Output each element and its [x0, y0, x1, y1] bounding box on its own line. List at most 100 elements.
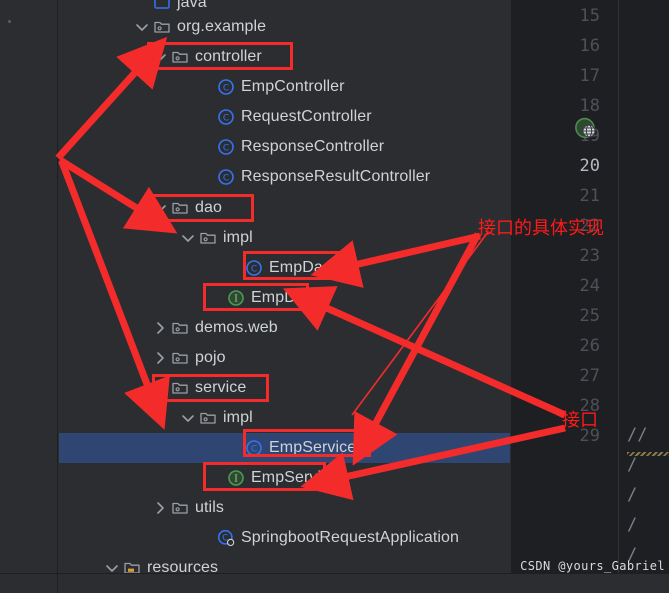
package-folder-icon	[153, 18, 171, 36]
tree-chevron-spacer	[227, 261, 241, 275]
gutter-line-number[interactable]: 24	[580, 271, 600, 301]
code-comment-fragment[interactable]: /	[627, 510, 637, 540]
tree-row[interactable]: impl	[59, 223, 510, 253]
code-comment-fragment[interactable]: /	[627, 480, 637, 510]
tree-chevron-spacer	[209, 471, 223, 485]
gutter-line-number[interactable]: 20	[580, 151, 600, 181]
tree-row[interactable]: I EmpDao	[59, 283, 510, 313]
package-folder-icon	[171, 379, 189, 397]
chevron-down-icon[interactable]	[153, 201, 167, 215]
gutter-line-number[interactable]: 27	[580, 361, 600, 391]
tree-row-label: controller	[195, 48, 262, 65]
chevron-right-icon[interactable]	[153, 501, 167, 515]
gutter-line-number[interactable]: 16	[580, 31, 600, 61]
svg-text:C: C	[223, 174, 229, 184]
tree-row-label: demos.web	[195, 319, 278, 336]
tree-row[interactable]: utils	[59, 493, 510, 523]
chevron-right-icon[interactable]	[153, 321, 167, 335]
chevron-right-icon[interactable]	[153, 351, 167, 365]
tree-row[interactable]: C SpringbootRequestApplication	[59, 523, 510, 553]
java-class-icon: C	[217, 78, 235, 96]
spring-boot-class-icon: C	[217, 529, 235, 547]
bottom-status-bar[interactable]	[0, 573, 669, 593]
tree-row[interactable]: C EmpController	[59, 72, 510, 102]
chevron-down-icon[interactable]	[153, 381, 167, 395]
tree-row[interactable]: controller	[59, 42, 510, 72]
gutter-line-number[interactable]: 17	[580, 61, 600, 91]
svg-text:C: C	[251, 265, 257, 275]
tree-row[interactable]: resources	[59, 553, 510, 573]
web-mapping-icon[interactable]	[573, 117, 599, 146]
tree-chevron-spacer	[227, 441, 241, 455]
tree-row[interactable]: dao	[59, 193, 510, 223]
tree-row-label: ResponseController	[241, 138, 385, 155]
tree-row[interactable]: impl	[59, 403, 510, 433]
chevron-down-icon[interactable]	[135, 20, 149, 34]
tree-row[interactable]: service	[59, 373, 510, 403]
tree-row-label: org.example	[177, 18, 267, 35]
package-folder-icon	[199, 229, 217, 247]
svg-text:C: C	[223, 114, 229, 124]
tree-row-label: EmpDao	[251, 289, 314, 306]
chevron-down-icon[interactable]	[105, 561, 119, 573]
code-comment-fragment[interactable]: //	[627, 420, 647, 450]
gutter-line-number[interactable]: 23	[580, 241, 600, 271]
svg-text:I: I	[234, 475, 238, 485]
tree-row[interactable]: C ResponseResultController	[59, 162, 510, 192]
java-class-icon: C	[217, 138, 235, 156]
project-tree-panel[interactable]: java org.example controller C EmpController C…	[59, 0, 510, 573]
editor-pane[interactable]: 151617181920212223242526272829 //////	[511, 0, 669, 573]
gutter-line-number[interactable]: 21	[580, 181, 600, 211]
tree-chevron-spacer	[199, 80, 213, 94]
package-folder-icon	[171, 349, 189, 367]
tree-chevron-spacer	[199, 531, 213, 545]
tree-row[interactable]: I EmpService	[59, 463, 510, 493]
tree-row-label: service	[195, 379, 247, 396]
package-folder-icon	[171, 199, 189, 217]
left-tool-window-stripe[interactable]	[0, 0, 58, 573]
package-folder-icon	[171, 319, 189, 337]
tree-chevron-spacer	[199, 110, 213, 124]
tree-row[interactable]: C EmpServiceA	[59, 433, 510, 463]
chevron-down-icon[interactable]	[181, 231, 195, 245]
chevron-down-icon[interactable]	[153, 50, 167, 64]
gutter-line-number[interactable]: 15	[580, 1, 600, 31]
gutter-line-number[interactable]: 26	[580, 331, 600, 361]
java-interface-icon: I	[227, 289, 245, 307]
tree-chevron-spacer	[135, 0, 149, 10]
tree-row-label: java	[177, 0, 207, 11]
tree-row-label: RequestController	[241, 108, 372, 125]
stripe-marker-dot	[8, 20, 11, 23]
annotation-implementation-label: 接口的具体实现	[478, 218, 604, 239]
java-class-icon: C	[245, 259, 263, 277]
tree-row-label: impl	[223, 409, 253, 426]
tree-chevron-spacer	[199, 170, 213, 184]
package-folder-icon	[199, 409, 217, 427]
tree-row-label: EmpServiceA	[269, 439, 368, 456]
warning-squiggle	[627, 452, 669, 456]
tree-row-label: dao	[195, 199, 222, 216]
tree-row-label: EmpDaoA	[269, 259, 343, 276]
resources-folder-icon	[123, 559, 141, 573]
tree-row[interactable]: C EmpDaoA	[59, 253, 510, 283]
tree-row[interactable]: org.example	[59, 12, 510, 42]
bottom-left-stripe[interactable]	[0, 574, 58, 593]
tree-row[interactable]: demos.web	[59, 313, 510, 343]
tree-row-label: EmpService	[251, 469, 339, 486]
gutter-line-number[interactable]: 25	[580, 301, 600, 331]
tree-row-label: SpringbootRequestApplication	[241, 529, 460, 546]
tree-row[interactable]: C ResponseController	[59, 132, 510, 162]
editor-gutter[interactable]: 151617181920212223242526272829	[511, 0, 669, 573]
tree-row[interactable]: pojo	[59, 343, 510, 373]
java-class-icon: C	[217, 108, 235, 126]
tree-row[interactable]: C RequestController	[59, 102, 510, 132]
package-folder-icon	[171, 499, 189, 517]
chevron-down-icon[interactable]	[181, 411, 195, 425]
java-interface-icon: I	[227, 469, 245, 487]
tree-row-label: impl	[223, 229, 253, 246]
java-class-icon: C	[217, 168, 235, 186]
annotation-interface-label: 接口	[562, 410, 598, 431]
editor-code-area[interactable]: /// / / /	[618, 0, 669, 573]
ide-screenshot: java org.example controller C EmpController C…	[0, 0, 669, 593]
package-folder-icon	[171, 48, 189, 66]
